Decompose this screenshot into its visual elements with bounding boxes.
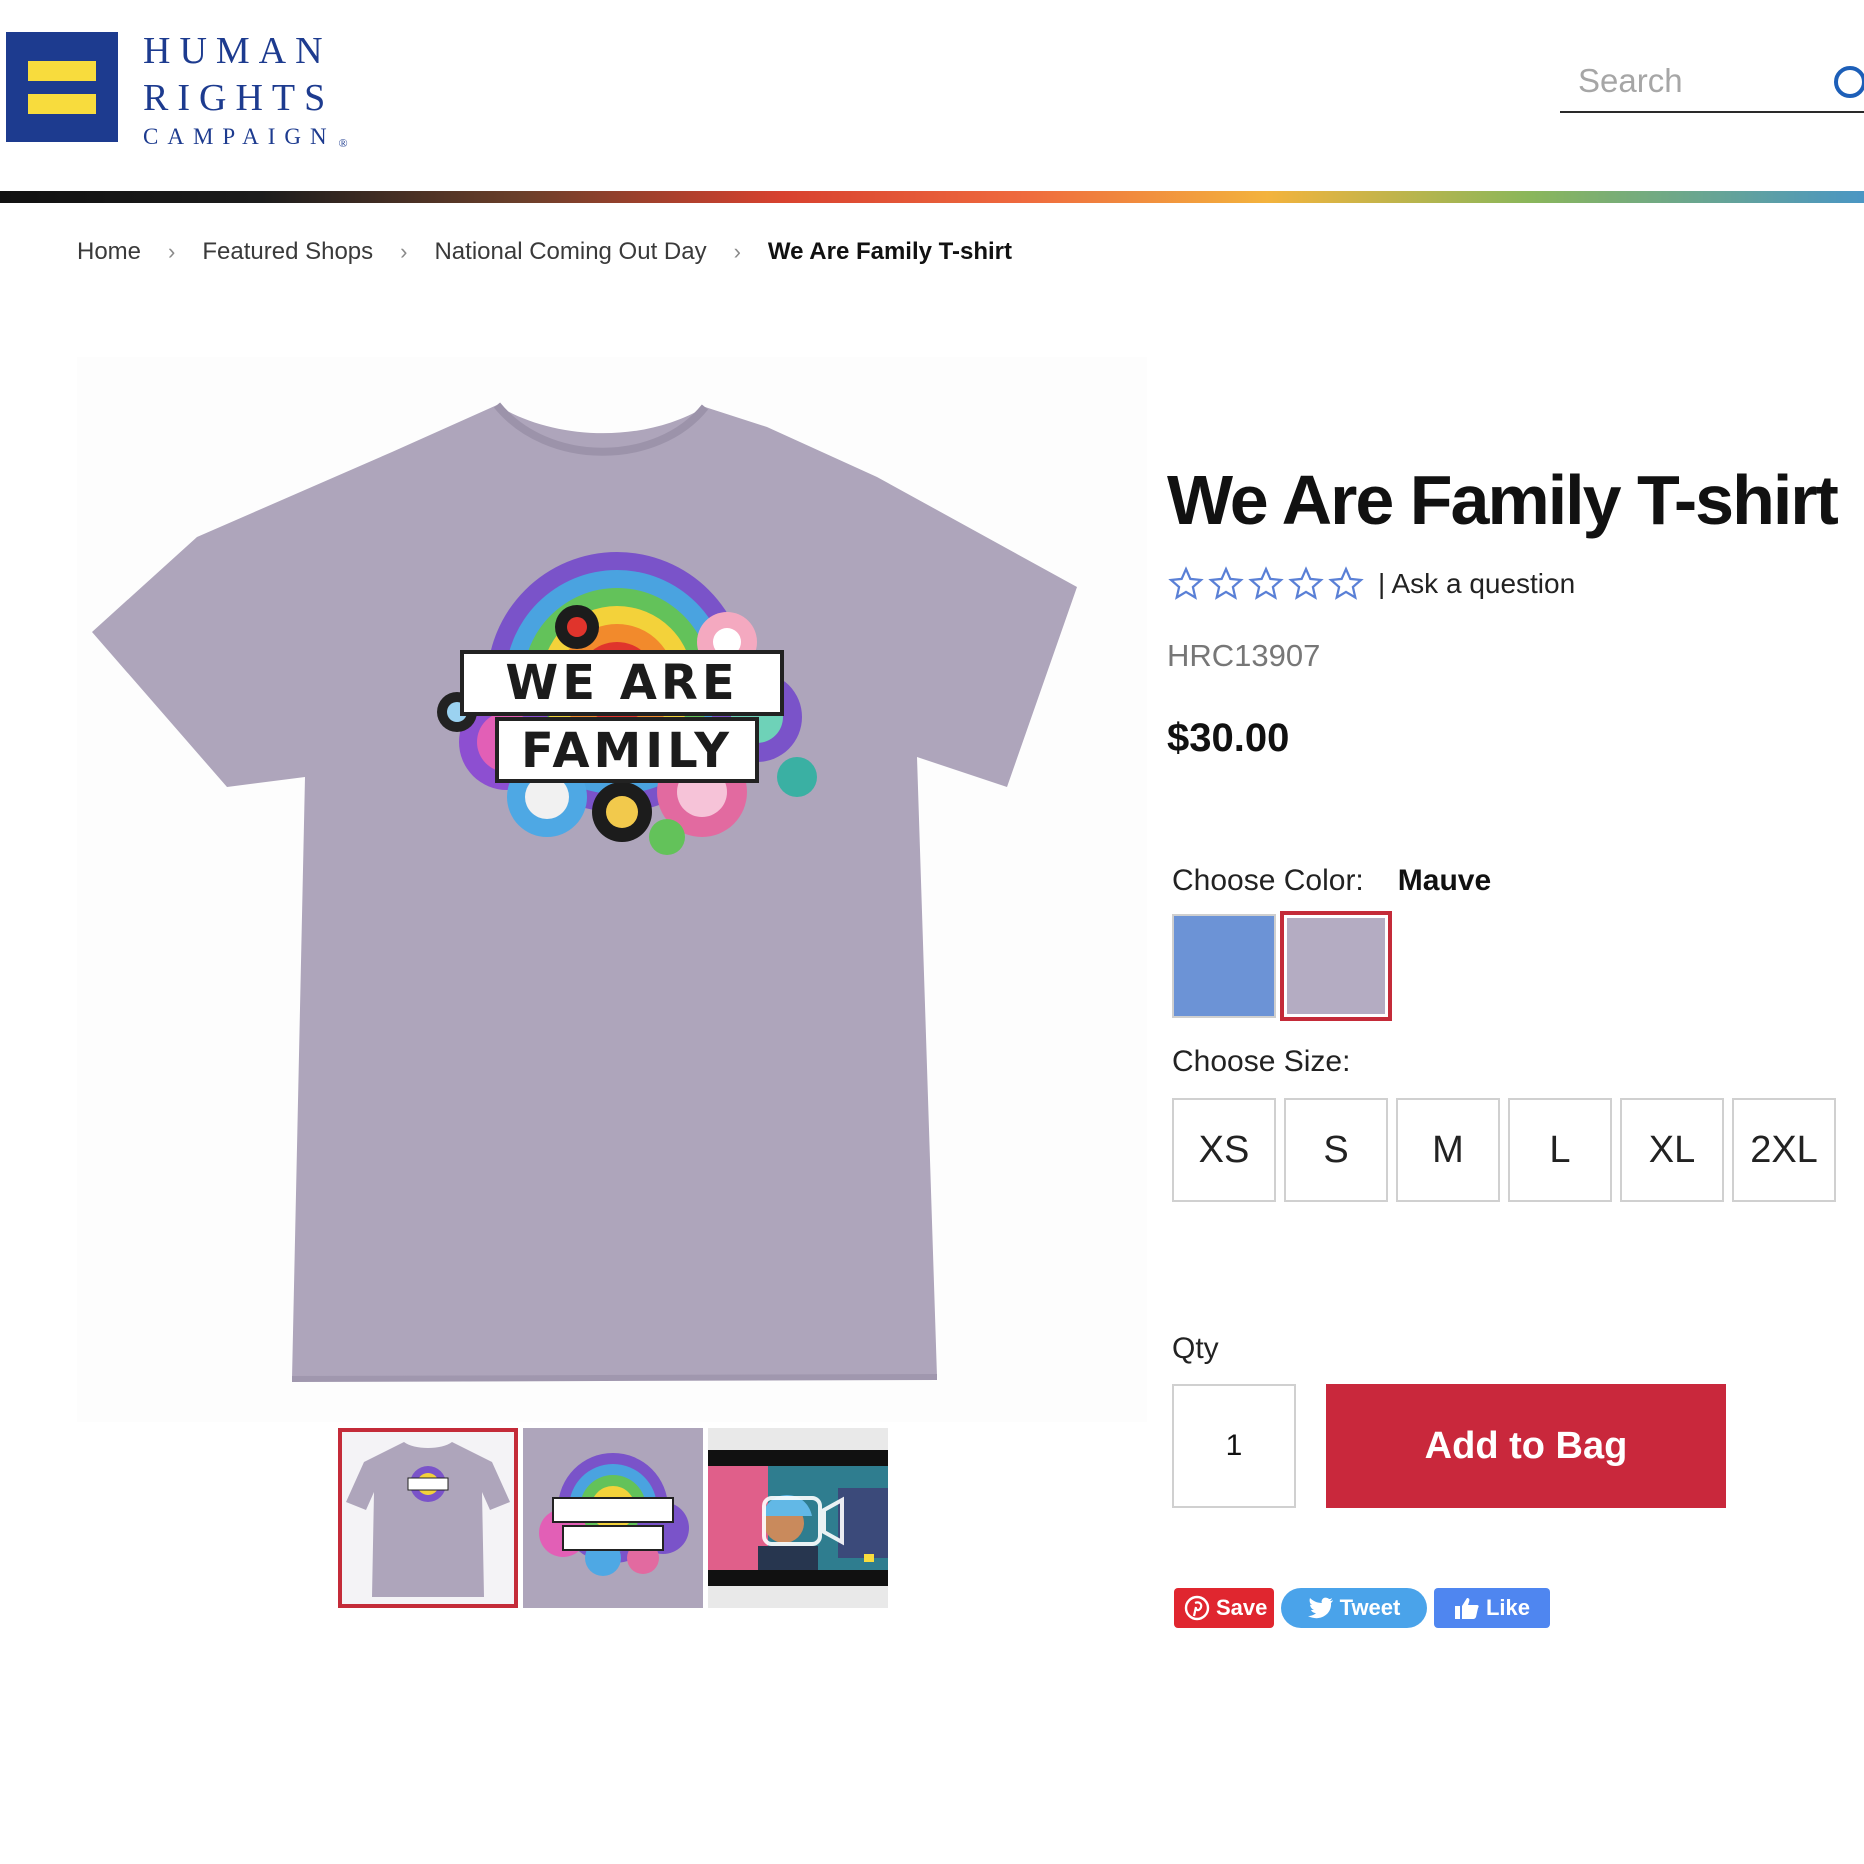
product-sku: HRC13907 [1167,638,1321,673]
quantity-field[interactable] [1172,1384,1296,1508]
logo-wordmark: HUMAN RIGHTS CAMPAIGN ® [143,28,348,152]
thumbs-up-icon [1454,1598,1479,1619]
save-label: Save [1216,1595,1268,1620]
size-option-l[interactable]: L [1508,1098,1612,1202]
pinterest-icon [1184,1595,1210,1621]
facebook-like-button[interactable]: Like [1434,1588,1550,1628]
breadcrumb: Home › Featured Shops › National Coming … [77,238,1012,266]
size-option-2xl[interactable]: 2XL [1732,1098,1836,1202]
logo-line-campaign: CAMPAIGN ® [143,122,348,152]
thumbnail-front[interactable] [338,1428,518,1608]
choose-color-label: Choose Color: [1172,864,1364,897]
selected-color-value: Mauve [1397,864,1492,897]
ask-question-link[interactable]: | Ask a question [1378,568,1575,600]
thumbnail-video[interactable] [708,1428,888,1608]
color-selector-label: Choose Color: Mauve [1172,864,1491,898]
svg-text:FAMILY: FAMILY [521,723,733,779]
thumbnail-graphic-closeup[interactable] [523,1428,703,1608]
size-option-m[interactable]: M [1396,1098,1500,1202]
pinterest-save-button[interactable]: Save [1174,1588,1274,1628]
search-icon[interactable] [1830,64,1864,104]
svg-text:WE ARE: WE ARE [505,655,738,711]
chevron-right-icon: › [400,239,408,264]
product-title: We Are Family T-shirt [1167,461,1839,539]
color-swatch-mauve[interactable] [1280,911,1392,1021]
logo-line-human: HUMAN [143,30,332,72]
add-to-bag-button[interactable]: Add to Bag [1326,1384,1726,1508]
social-share-bar: Save Tweet Like [1174,1588,1550,1628]
twitter-icon [1307,1597,1333,1619]
tshirt-image: WE ARE FAMILY [92,402,1077,1382]
like-label: Like [1485,1595,1531,1620]
search-box [1560,56,1864,113]
choose-size-label: Choose Size: [1172,1045,1351,1078]
chevron-right-icon: › [733,239,741,264]
qty-label: Qty [1172,1332,1219,1365]
color-swatch-blue[interactable] [1172,914,1276,1018]
breadcrumb-featured-shops[interactable]: Featured Shops [202,238,373,266]
logo-line-rights: RIGHTS [143,77,335,119]
rating-row: | Ask a question [1168,566,1575,602]
star-outline-icon [1328,566,1364,600]
tshirt-thumb-icon [346,1442,510,1597]
graphic-closeup-icon [539,1453,689,1576]
hrc-logo[interactable]: HUMAN RIGHTS CAMPAIGN ® [6,30,348,152]
product-main-image[interactable]: WE ARE FAMILY [77,357,1147,1422]
breadcrumb-coming-out-day[interactable]: National Coming Out Day [434,238,706,266]
tweet-button[interactable]: Tweet [1281,1588,1427,1628]
star-rating[interactable] [1168,566,1364,602]
video-thumb [708,1450,888,1586]
size-option-xl[interactable]: XL [1620,1098,1724,1202]
color-swatches [1172,911,1392,1021]
chevron-right-icon: › [168,239,176,264]
tweet-label: Tweet [1339,1595,1401,1620]
star-outline-icon [1168,566,1204,600]
size-option-xs[interactable]: XS [1172,1098,1276,1202]
equality-logo-icon [6,32,118,142]
search-input[interactable] [1560,56,1800,106]
breadcrumb-home[interactable]: Home [77,238,141,266]
size-option-s[interactable]: S [1284,1098,1388,1202]
size-options: XS S M L XL 2XL [1172,1098,1836,1202]
star-outline-icon [1288,566,1324,600]
rainbow-divider [0,191,1864,203]
breadcrumb-current: We Are Family T-shirt [767,238,1012,265]
thumbnail-strip [338,1428,888,1608]
product-price: $30.00 [1167,716,1290,760]
star-outline-icon [1248,566,1284,600]
star-outline-icon [1208,566,1244,600]
registered-mark: ® [338,136,348,150]
